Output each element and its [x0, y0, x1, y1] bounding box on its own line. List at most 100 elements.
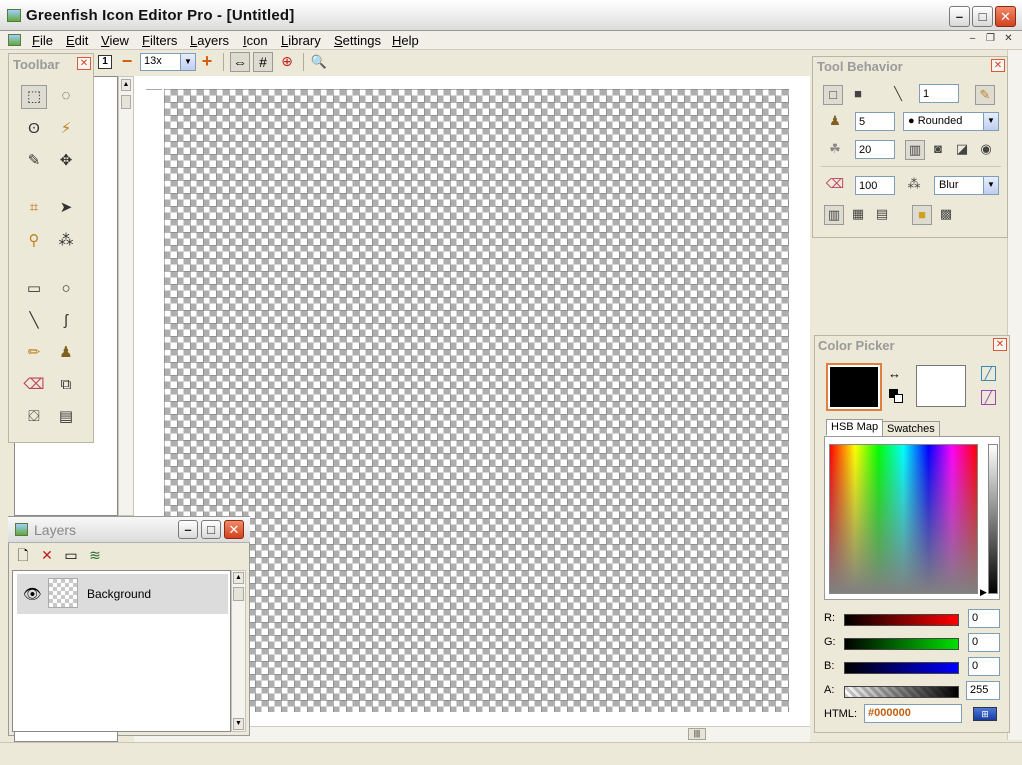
green-value[interactable]: 0: [968, 633, 1000, 652]
clone-tool[interactable]: ⧉: [53, 374, 79, 398]
menu-icon[interactable]: Icon: [243, 33, 268, 48]
menu-filters[interactable]: Filters: [142, 33, 177, 48]
app-icon[interactable]: [7, 9, 21, 22]
fade-radial-icon[interactable]: ◙: [928, 140, 948, 160]
layers-scrollbar[interactable]: ▲ ▼: [231, 570, 246, 732]
alpha-slider[interactable]: [844, 686, 959, 698]
menu-settings[interactable]: Settings: [334, 33, 381, 48]
eyedropper-tool[interactable]: ⚲: [21, 230, 47, 254]
red-slider[interactable]: [844, 614, 959, 626]
tab-hsb-map[interactable]: HSB Map: [826, 419, 884, 436]
pointer-tool[interactable]: ➤: [53, 197, 79, 221]
move-tool[interactable]: ✥: [53, 150, 79, 174]
blend-bars-icon[interactable]: ▤: [872, 205, 892, 225]
fade-corner-icon[interactable]: ◪: [952, 140, 972, 160]
curve-tool[interactable]: ʃ: [53, 310, 79, 334]
menu-library[interactable]: Library: [281, 33, 321, 48]
html-color-input[interactable]: #000000: [864, 704, 962, 723]
blend-stripes-icon[interactable]: ▦: [848, 205, 868, 225]
scroll-down-icon[interactable]: ▼: [233, 718, 244, 730]
pencil-tool[interactable]: ✏: [21, 342, 47, 366]
menu-layers[interactable]: Layers: [190, 33, 229, 48]
transparent-color-icon[interactable]: ╱: [981, 366, 996, 381]
close-icon[interactable]: ✕: [993, 338, 1007, 351]
rect-select-tool[interactable]: ⬚: [21, 85, 47, 109]
pen-select-tool[interactable]: ✎: [21, 150, 47, 174]
blue-value[interactable]: 0: [968, 657, 1000, 676]
menu-edit[interactable]: Edit: [66, 33, 88, 48]
menu-file[interactable]: File: [32, 33, 53, 48]
foreground-color-swatch[interactable]: [826, 363, 882, 411]
layers-maximize-button[interactable]: □: [201, 520, 221, 539]
filled-shape-icon[interactable]: ■: [848, 85, 868, 105]
green-slider[interactable]: [844, 638, 959, 650]
outline-shape-icon[interactable]: □: [823, 85, 843, 105]
rectangle-tool[interactable]: ▭: [21, 278, 47, 302]
scroll-up-icon[interactable]: ▲: [121, 79, 131, 91]
mdi-minimize-button[interactable]: –: [965, 33, 980, 46]
menu-help[interactable]: Help: [392, 33, 419, 48]
document-icon[interactable]: [8, 34, 21, 46]
blue-slider[interactable]: [844, 662, 959, 674]
close-icon[interactable]: ✕: [77, 57, 91, 70]
magic-wand-tool[interactable]: ⚡: [53, 118, 79, 142]
ellipse-select-tool[interactable]: ◌: [53, 85, 79, 109]
search-icon[interactable]: 🔍: [309, 52, 329, 72]
red-value[interactable]: 0: [968, 609, 1000, 628]
scroll-thumb[interactable]: |||: [688, 728, 706, 740]
line-width-input[interactable]: [919, 84, 959, 103]
icon-list-scrollbar[interactable]: ▲: [118, 76, 134, 516]
effect-select[interactable]: Blur ▼: [934, 176, 999, 195]
minimize-button[interactable]: –: [949, 6, 970, 27]
eye-icon[interactable]: 👁: [23, 585, 42, 603]
spray-tool[interactable]: ⁂: [53, 230, 79, 254]
zoom-out-button[interactable]: −: [117, 52, 137, 72]
alpha-value[interactable]: 255: [966, 681, 1000, 700]
hue-saturation-map[interactable]: [829, 444, 978, 594]
delete-layer-icon[interactable]: ✕: [37, 546, 57, 566]
scroll-thumb[interactable]: [121, 95, 131, 109]
close-button[interactable]: ✕: [995, 6, 1016, 27]
crop-tool[interactable]: ⌗: [21, 197, 47, 221]
brush-shape-select[interactable]: ● Rounded ▼: [903, 112, 999, 131]
scroll-up-icon[interactable]: ▲: [233, 572, 244, 584]
brush-tool[interactable]: ♟: [53, 342, 79, 366]
merge-layers-icon[interactable]: ≋: [85, 546, 105, 566]
windows-palette-icon[interactable]: ⊞: [973, 707, 997, 721]
layer-properties-icon[interactable]: ▭: [61, 546, 81, 566]
opacity-input[interactable]: [855, 176, 895, 195]
zoom-in-button[interactable]: +: [197, 52, 217, 72]
swap-colors-icon[interactable]: ↔: [888, 366, 901, 381]
background-color-swatch[interactable]: [916, 365, 966, 407]
fit-width-button[interactable]: ⇔: [230, 52, 250, 72]
layers-close-button[interactable]: ✕: [224, 520, 244, 539]
lasso-tool[interactable]: ʘ: [21, 118, 47, 142]
fill-solid-icon[interactable]: ■: [912, 205, 932, 225]
brightness-slider[interactable]: [988, 444, 998, 594]
fade-spiral-icon[interactable]: ◉: [976, 140, 996, 160]
chevron-down-icon[interactable]: ▼: [983, 113, 998, 130]
inverted-color-icon[interactable]: ╱: [981, 390, 996, 405]
fade-linear-icon[interactable]: ▥: [905, 140, 925, 160]
brush-size-input[interactable]: [855, 112, 895, 131]
fill-tool[interactable]: ⛋: [21, 406, 47, 430]
new-layer-icon[interactable]: 🗋: [13, 546, 33, 566]
zoom-select[interactable]: 13x ▼: [140, 53, 196, 71]
menu-view[interactable]: View: [101, 33, 129, 48]
mdi-restore-button[interactable]: ❐: [983, 33, 998, 46]
scroll-thumb[interactable]: [233, 587, 244, 601]
close-icon[interactable]: ✕: [991, 59, 1005, 72]
antialias-icon[interactable]: ✎: [975, 85, 995, 105]
fill-pattern-icon[interactable]: ▩: [936, 205, 956, 225]
grid-toggle-button[interactable]: #: [253, 52, 273, 72]
reset-colors-icon[interactable]: [889, 389, 903, 403]
hardness-input[interactable]: [855, 140, 895, 159]
chevron-down-icon[interactable]: ▼: [983, 177, 998, 194]
chevron-down-icon[interactable]: ▼: [180, 54, 195, 70]
center-guide-button[interactable]: ⊕: [277, 52, 297, 72]
mdi-close-button[interactable]: ✕: [1001, 33, 1016, 46]
line-tool[interactable]: ╲: [21, 310, 47, 334]
actual-size-button[interactable]: 1: [98, 55, 112, 69]
gradient-tool[interactable]: ▤: [53, 406, 79, 430]
blend-normal-icon[interactable]: ▥: [824, 205, 844, 225]
